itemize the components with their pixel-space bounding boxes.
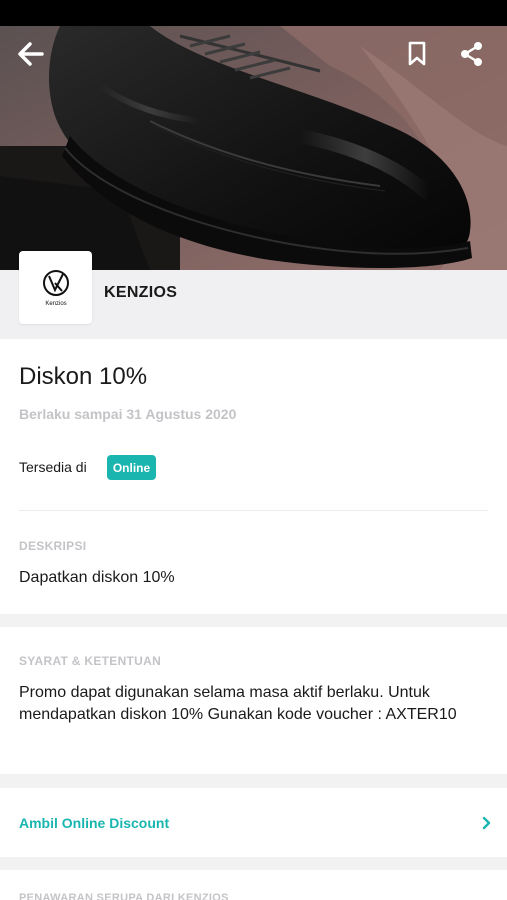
description-text: Dapatkan diskon 10% [19,569,175,586]
description-label: DESKRIPSI [19,539,87,553]
merchant-name[interactable]: KENZIOS [104,284,177,302]
bookmark-button[interactable] [397,34,437,74]
share-button[interactable] [452,34,492,74]
arrow-left-icon [18,42,44,66]
similar-offers-label: PENAWARAN SERUPA DARI KENZIOS [19,892,229,900]
kenzios-logo-icon: Kenzios [42,269,69,307]
availability-label: Tersedia di [19,459,87,475]
merchant-logo[interactable]: Kenzios [19,251,92,324]
offer-title: Diskon 10% [19,363,148,390]
hero-image [0,26,507,270]
get-online-discount-label: Ambil Online Discount [19,815,170,831]
status-bar [0,0,507,26]
valid-until: Berlaku sampai 31 Agustus 2020 [19,406,237,422]
logo-wordmark: Kenzios [45,301,66,307]
share-icon [461,42,482,66]
terms-text: Promo dapat digunakan selama masa aktif … [19,684,457,723]
bookmark-icon [408,41,426,66]
divider [19,510,488,511]
offer-detail-screen: Kenzios KENZIOS Diskon 10% Berlaku sampa… [0,0,507,900]
terms-label: SYARAT & KETENTUAN [19,654,162,668]
online-badge: Online [107,455,156,480]
back-button[interactable] [10,34,50,74]
chevron-right-icon [482,816,491,830]
